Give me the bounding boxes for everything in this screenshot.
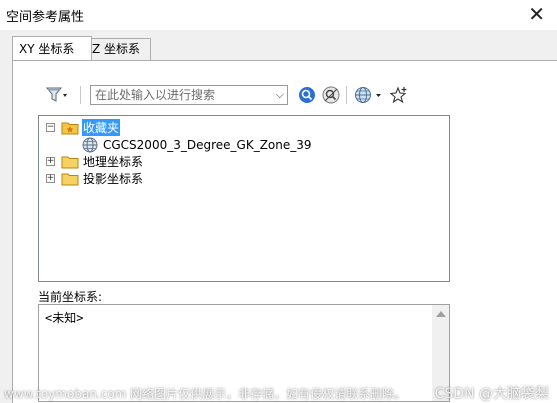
clear-search-icon: [322, 86, 340, 104]
window-title: 空间参考属性: [6, 10, 85, 25]
add-favorite-button[interactable]: [388, 84, 410, 106]
toolbar-separator: [346, 86, 347, 104]
toolbar: ⌵: [40, 84, 420, 108]
coordinate-system-icon: [82, 137, 98, 152]
folder-icon: [61, 173, 79, 185]
search-box[interactable]: ⌵: [90, 85, 288, 105]
search-button[interactable]: [296, 84, 318, 106]
add-favorite-icon: [390, 86, 407, 104]
title-bar: 空间参考属性 ✕: [0, 0, 557, 30]
tab-z-coordinate-system[interactable]: Z 坐标系: [85, 38, 151, 60]
tree-node-label: CGCS2000_3_Degree_GK_Zone_39: [103, 137, 312, 152]
folder-icon: [61, 156, 79, 168]
globe-dropdown-button[interactable]: [352, 84, 386, 106]
favorites-folder-icon: [61, 122, 79, 134]
tree-node-label: 投影坐标系: [83, 172, 144, 186]
watermark: www.toymoban.com 网络图片仅供展示，非存储，如有侵权请联系删除。…: [0, 383, 557, 402]
tree-node-label: 收藏夹: [82, 119, 121, 136]
toolbar-separator: [80, 86, 81, 104]
tree-node-cgcs2000[interactable]: CGCS2000_3_Degree_GK_Zone_39: [82, 136, 312, 153]
search-icon: [299, 87, 315, 103]
filter-dropdown-button[interactable]: [40, 84, 74, 106]
search-input[interactable]: [91, 86, 274, 104]
scroll-up-icon[interactable]: [436, 311, 446, 317]
clear-search-button[interactable]: [320, 84, 342, 106]
tree-node-geographic[interactable]: + 地理坐标系: [46, 153, 143, 170]
collapse-icon[interactable]: −: [46, 123, 55, 132]
globe-icon: [355, 87, 381, 103]
watermark-text: www.toymoban.com 网络图片仅供展示，非存储，如有侵权请联系删除。: [4, 387, 407, 401]
watermark-author: CSDN @大脑袋梨: [434, 386, 549, 402]
tree-node-favorites[interactable]: − 收藏夹: [46, 119, 121, 136]
filter-icon: [46, 87, 67, 102]
chevron-down-icon[interactable]: ⌵: [276, 88, 284, 102]
current-coordinate-system-label: 当前坐标系:: [38, 290, 103, 304]
current-coordinate-system-value: <未知>: [45, 311, 84, 325]
tab-xy-coordinate-system[interactable]: XY 坐标系: [12, 36, 92, 60]
tree-node-label: 地理坐标系: [83, 155, 144, 169]
expand-icon[interactable]: +: [46, 157, 55, 166]
close-icon[interactable]: ✕: [528, 2, 545, 26]
tree-node-projected[interactable]: + 投影坐标系: [46, 170, 143, 187]
expand-icon[interactable]: +: [46, 174, 55, 183]
coordinate-system-tree[interactable]: − 收藏夹 CGCS2000_3_Degree_GK_Zone_39 + 地理坐…: [38, 115, 450, 282]
